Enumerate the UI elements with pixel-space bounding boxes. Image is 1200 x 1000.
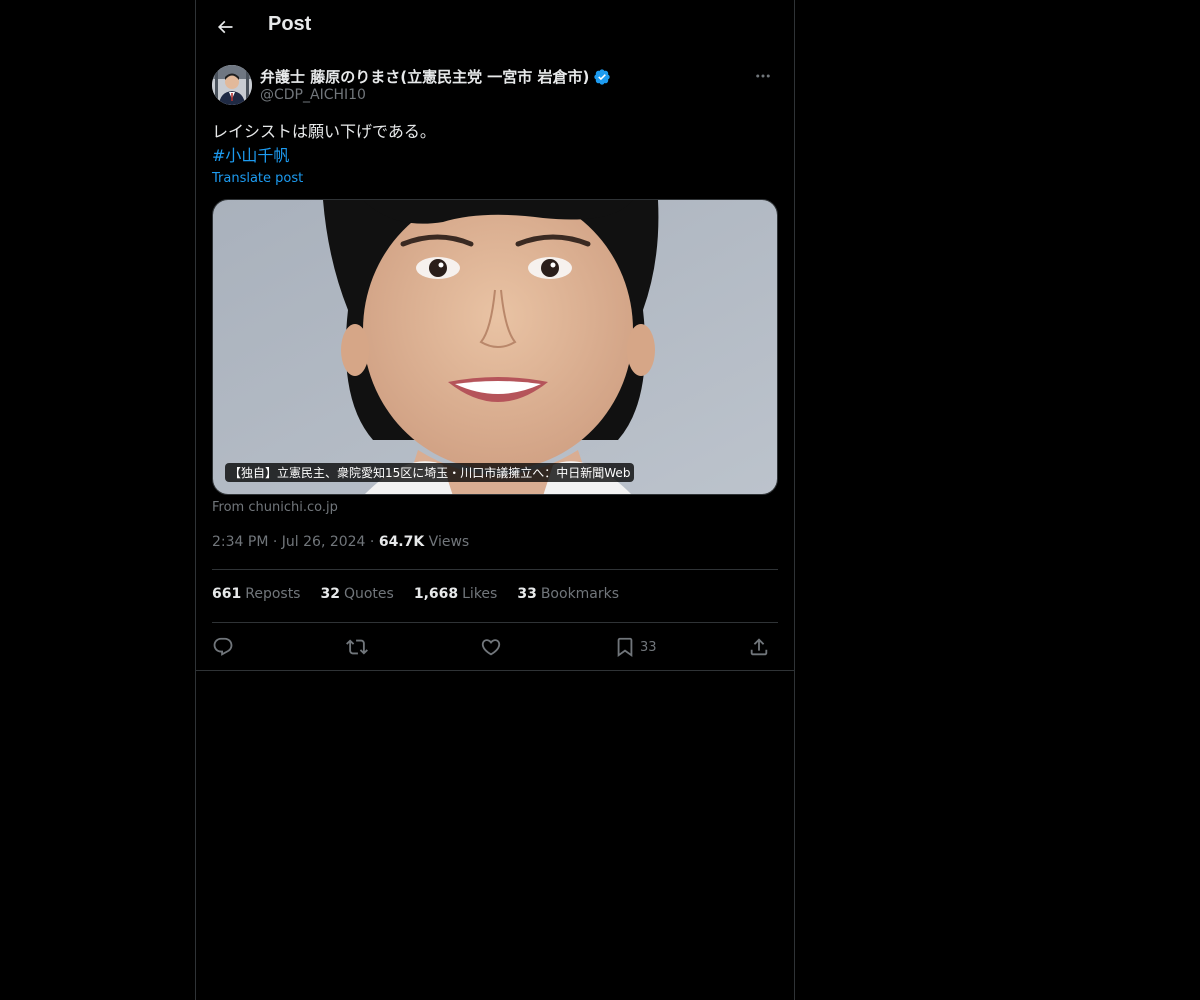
quotes-stat[interactable]: 32 Quotes	[320, 586, 393, 608]
likes-count: 1,668	[413, 586, 459, 602]
views-count: 64.7K	[378, 534, 425, 550]
author-handle[interactable]: @CDP_AICHI10	[260, 87, 366, 103]
post-meta: 2:34 PM · Jul 26, 2024 · 64.7K Views	[212, 534, 469, 550]
like-button[interactable]	[480, 633, 502, 661]
repost-button[interactable]	[346, 633, 368, 661]
author-display-name[interactable]: 弁護士 藤原のりまさ(立憲民主党 一宮市 岩倉市)	[260, 66, 589, 87]
post-time[interactable]: 2:34 PM	[212, 534, 268, 550]
bookmarks-count: 33	[517, 586, 537, 602]
share-icon	[750, 638, 768, 656]
author-name[interactable]: 弁護士 藤原のりまさ(立憲民主党 一宮市 岩倉市)	[260, 66, 611, 87]
more-horizontal-icon	[756, 74, 770, 78]
post-stats: 661 Reposts 32 Quotes 1,668 Likes 33 Bookmar…	[212, 586, 639, 608]
more-options-button[interactable]	[748, 65, 778, 87]
post-text: レイシストは願い下げである。	[212, 122, 436, 141]
bookmarks-stat[interactable]: 33 Bookmarks	[517, 586, 619, 608]
reply-button[interactable]	[212, 633, 234, 661]
meta-separator: ·	[369, 534, 379, 550]
action-bar: 33	[212, 633, 778, 661]
arrow-left-icon	[217, 20, 233, 34]
views-label: Views	[428, 534, 470, 550]
divider	[212, 622, 778, 623]
quotes-count: 32	[320, 586, 340, 602]
repost-icon	[346, 639, 368, 655]
bookmark-count: 33	[640, 639, 657, 655]
divider	[212, 569, 778, 570]
card-caption: 【独自】立憲民主、衆院愛知15区に埼玉・川口市議擁立へ：中日新聞Web	[225, 463, 635, 482]
card-image	[213, 200, 777, 494]
translate-post-link[interactable]: Translate post	[212, 171, 303, 186]
avatar[interactable]	[212, 65, 252, 105]
divider	[196, 670, 794, 671]
quotes-label: Quotes	[343, 586, 394, 602]
bookmark-button[interactable]: 33	[614, 633, 657, 661]
reposts-stat[interactable]: 661 Reposts	[212, 586, 300, 608]
post-author: 弁護士 藤原のりまさ(立憲民主党 一宮市 岩倉市) @CDP_AICHI10	[212, 65, 778, 109]
reposts-label: Reposts	[245, 586, 301, 602]
post-body: レイシストは願い下げである。 #小山千帆	[212, 120, 436, 168]
card-source[interactable]: From chunichi.co.jp	[212, 500, 338, 515]
post-date[interactable]: Jul 26, 2024	[282, 534, 366, 550]
post-column: Post 弁護士 藤原のりまさ(立憲民主党 一宮市 岩倉市) @CDP_AICH…	[195, 0, 795, 1000]
verified-badge-icon	[594, 68, 611, 85]
reply-icon	[213, 637, 233, 656]
like-icon	[481, 639, 501, 656]
meta-separator: ·	[272, 534, 282, 550]
bookmarks-label: Bookmarks	[540, 586, 620, 602]
top-bar: Post	[196, 0, 794, 53]
share-button[interactable]	[748, 633, 770, 661]
bookmark-icon	[617, 637, 633, 658]
likes-stat[interactable]: 1,668 Likes	[414, 586, 498, 608]
link-card[interactable]: 【独自】立憲民主、衆院愛知15区に埼玉・川口市議擁立へ：中日新聞Web	[212, 199, 778, 495]
reposts-count: 661	[212, 586, 242, 602]
hashtag-link[interactable]: #小山千帆	[212, 144, 436, 168]
back-button[interactable]	[208, 10, 242, 44]
page-title: Post	[268, 13, 312, 35]
likes-label: Likes	[462, 586, 498, 602]
